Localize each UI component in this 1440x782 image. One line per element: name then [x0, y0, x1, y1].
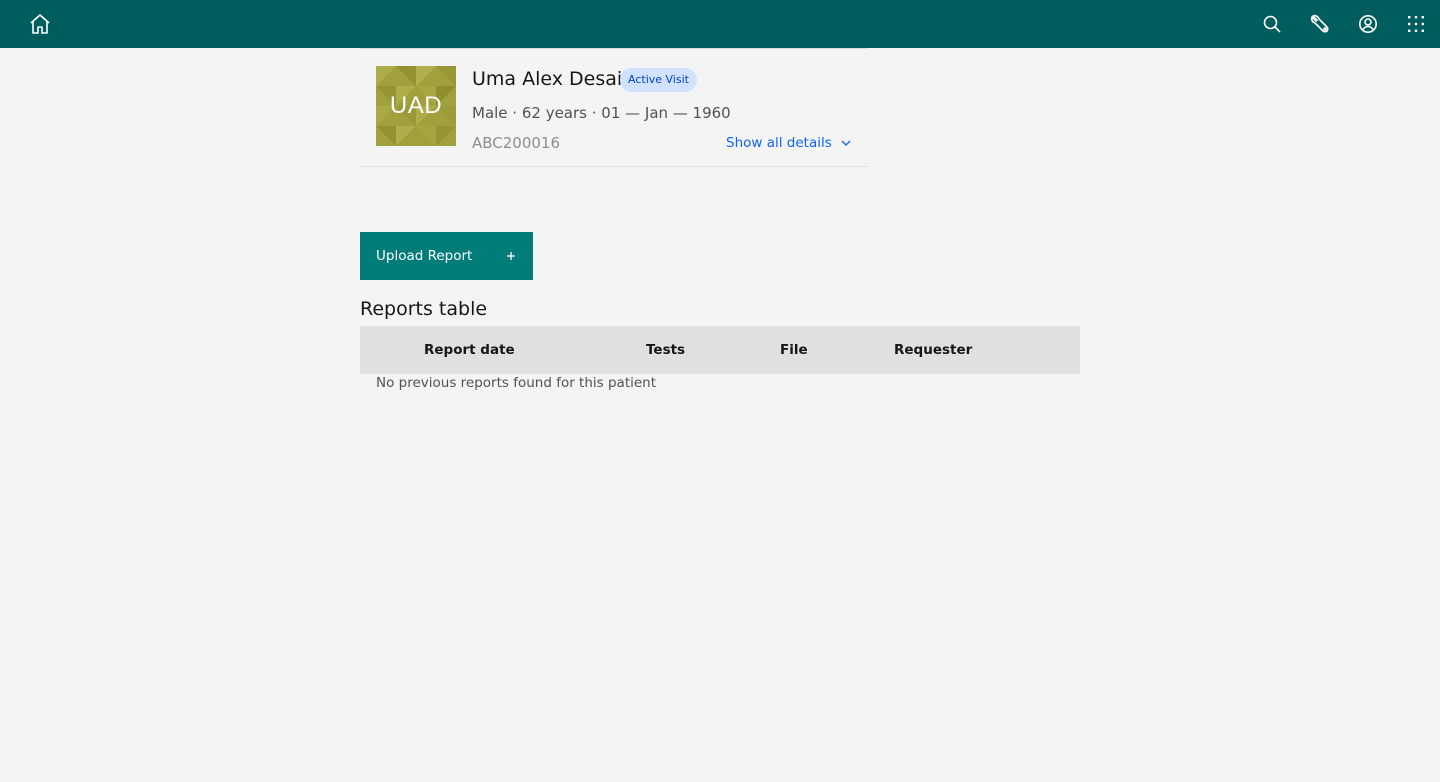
reports-table-title: Reports table — [360, 298, 488, 320]
upload-report-button[interactable]: Upload Report — [360, 232, 533, 280]
top-navigation-bar — [0, 0, 1440, 48]
search-icon — [1263, 15, 1281, 33]
patient-name: Uma Alex Desai — [472, 68, 623, 90]
empty-reports-message: No previous reports found for this patie… — [376, 375, 657, 391]
patient-banner: UAD Uma Alex Desai Active Visit Male · 6… — [360, 48, 868, 167]
active-visit-tag: Active Visit — [620, 68, 697, 92]
column-header-tests[interactable]: Tests — [646, 326, 685, 374]
search-button[interactable] — [1248, 0, 1296, 48]
patient-identifier: ABC200016 — [472, 134, 561, 152]
reports-table-header: Report date Tests File Requester — [360, 326, 1080, 374]
column-header-file[interactable]: File — [780, 326, 808, 374]
app-switcher-button[interactable] — [1392, 0, 1440, 48]
patient-demographics: Male · 62 years · 01 — Jan — 1960 — [472, 104, 731, 122]
app-switcher-icon — [1408, 16, 1424, 32]
chevron-down-icon — [841, 140, 851, 146]
show-all-details-link[interactable]: Show all details — [726, 135, 852, 151]
home-button[interactable] — [16, 0, 64, 48]
tools-button[interactable] — [1296, 0, 1344, 48]
home-icon — [30, 14, 50, 34]
show-all-details-label: Show all details — [726, 135, 832, 151]
tools-icon — [1310, 14, 1329, 33]
plus-icon — [507, 252, 515, 260]
column-header-report-date[interactable]: Report date — [424, 326, 515, 374]
patient-initials: UAD — [389, 92, 443, 119]
user-button[interactable] — [1344, 0, 1392, 48]
user-avatar-icon — [1359, 15, 1377, 33]
column-header-requester[interactable]: Requester — [894, 326, 972, 374]
upload-report-label: Upload Report — [376, 248, 473, 264]
patient-avatar: UAD — [376, 66, 456, 146]
